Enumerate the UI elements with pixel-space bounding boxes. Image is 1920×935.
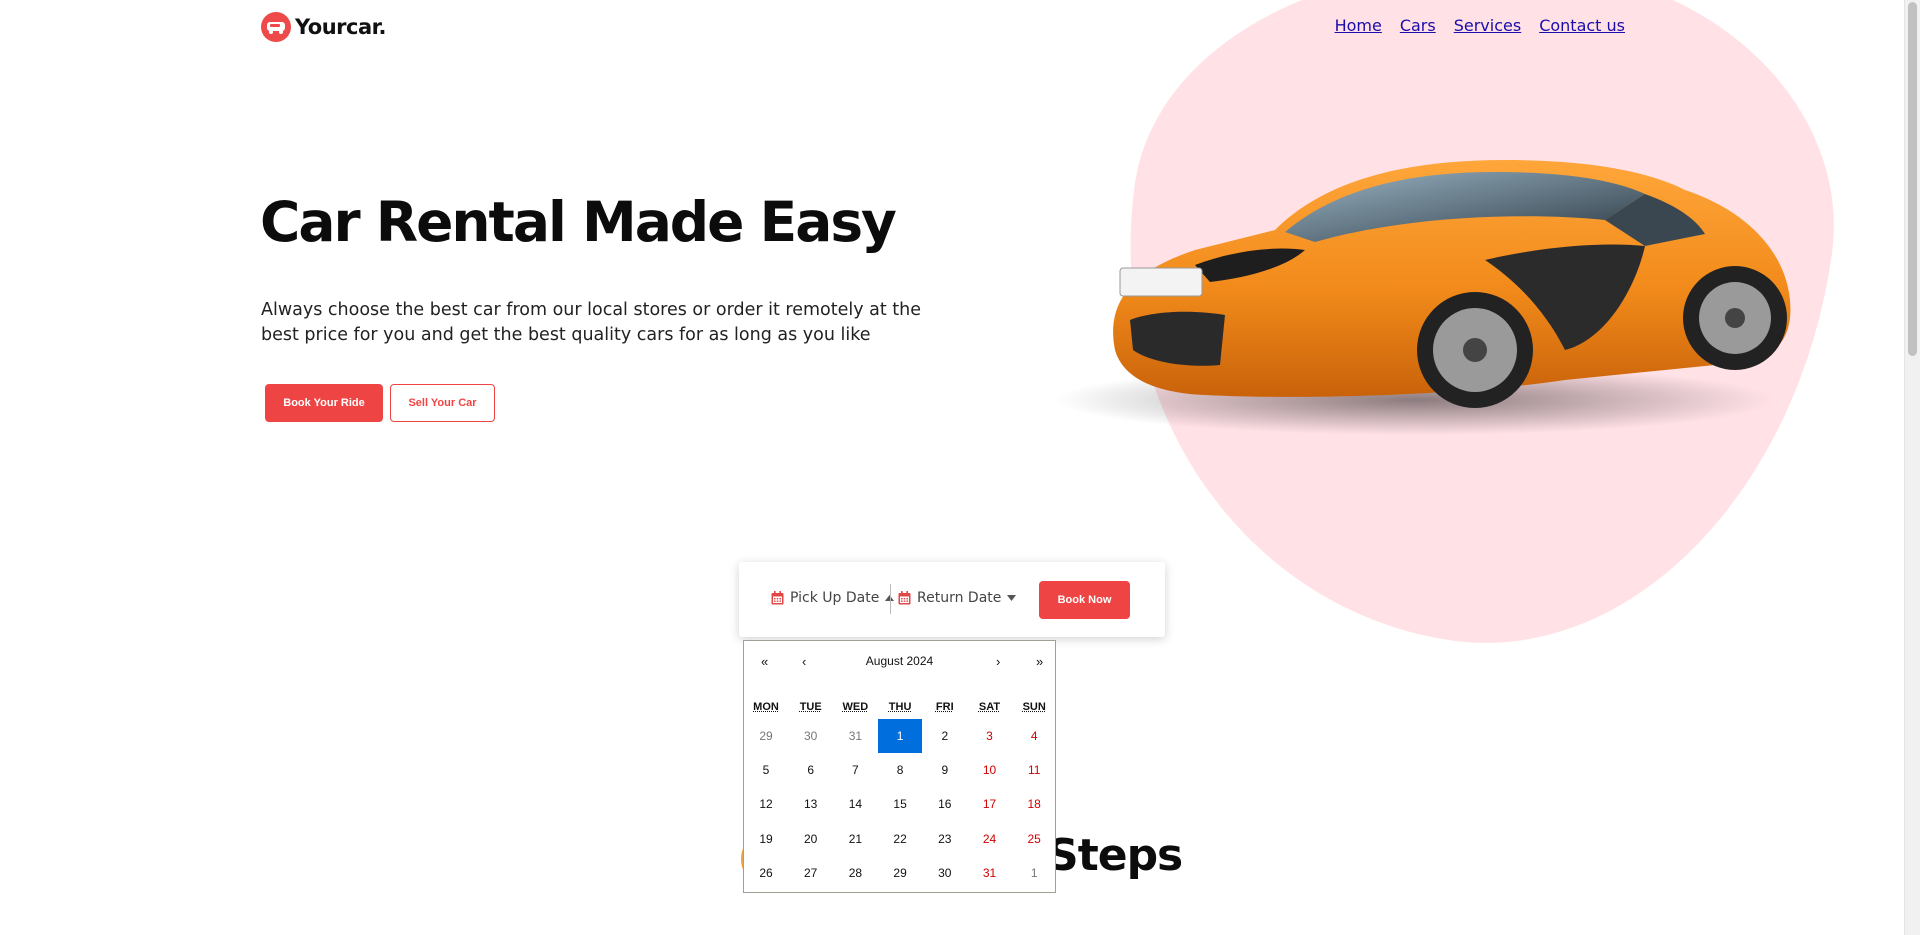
pickup-date-field[interactable]: Pick Up Date [771,590,895,606]
calendar-day[interactable]: 3 [968,719,1012,753]
booking-bar: Pick Up Date Return Date Book Now [739,562,1165,637]
nav-link-home[interactable]: Home [1335,16,1382,35]
calendar-day[interactable]: 5 [744,753,788,787]
car-icon [1055,160,1791,435]
calendar-days: 29 30 31 1 2 3 4 5 6 7 8 9 10 11 12 13 14 15 16 17 18 19 20 21 2… [744,641,1057,894]
return-date-field[interactable]: Return Date [898,590,1017,606]
calendar-day[interactable]: 16 [923,787,967,821]
calendar-day[interactable]: 7 [833,753,877,787]
book-your-ride-button[interactable]: Book Your Ride [265,384,383,422]
nav-link-cars[interactable]: Cars [1400,16,1436,35]
calendar-day[interactable]: 12 [744,787,788,821]
calendar-day[interactable]: 6 [789,753,833,787]
calendar-day[interactable]: 21 [833,822,877,856]
calendar-day[interactable]: 27 [789,856,833,890]
calendar-day[interactable]: 30 [789,719,833,753]
return-date-label: Return Date [917,590,1002,606]
calendar-day[interactable]: 15 [878,787,922,821]
caret-down-icon [1007,595,1017,601]
calendar-day[interactable]: 2 [923,719,967,753]
pickup-date-label: Pick Up Date [790,590,880,606]
calendar-day[interactable]: 14 [833,787,877,821]
calendar-day[interactable]: 4 [1012,719,1056,753]
calendar-day[interactable]: 1 [1012,856,1056,890]
calendar-icon [898,591,911,605]
calendar-day[interactable]: 1 [878,719,923,753]
hero-title: Car Rental Made Easy [260,190,897,254]
calendar-icon [771,591,784,605]
calendar-day[interactable]: 9 [923,753,967,787]
main-nav: Home Cars Services Contact us [1335,16,1625,35]
date-picker-calendar: « ‹ August 2024 › » MON TUE WED THU FRI … [743,640,1056,893]
logo[interactable]: Yourcar. [261,12,386,42]
nav-link-services[interactable]: Services [1454,16,1521,35]
book-now-button[interactable]: Book Now [1039,581,1130,619]
calendar-day[interactable]: 11 [1012,753,1056,787]
sell-your-car-button[interactable]: Sell Your Car [390,384,495,422]
calendar-day[interactable]: 20 [789,822,833,856]
scrollbar-thumb[interactable] [1908,2,1917,356]
booking-divider [890,584,891,614]
calendar-day[interactable]: 10 [968,753,1012,787]
page-scrollbar[interactable] [1904,0,1920,935]
calendar-day[interactable]: 22 [878,822,922,856]
calendar-day[interactable]: 25 [1012,822,1056,856]
calendar-day[interactable]: 18 [1012,787,1056,821]
calendar-day[interactable]: 24 [968,822,1012,856]
car-logo-icon [261,12,291,42]
calendar-day[interactable]: 31 [833,719,877,753]
brand-name: Yourcar. [295,15,386,39]
nav-link-contact[interactable]: Contact us [1539,16,1625,35]
calendar-day[interactable]: 8 [878,753,922,787]
calendar-day[interactable]: 29 [878,856,922,890]
calendar-day[interactable]: 29 [744,719,788,753]
hero-description: Always choose the best car from our loca… [261,300,921,345]
section-heading: Steps [1047,830,1183,881]
hero-car-image [1045,150,1815,450]
calendar-day[interactable]: 26 [744,856,788,890]
calendar-day[interactable]: 28 [833,856,877,890]
calendar-day[interactable]: 13 [789,787,833,821]
calendar-day[interactable]: 30 [923,856,967,890]
calendar-day[interactable]: 19 [744,822,788,856]
calendar-day[interactable]: 17 [968,787,1012,821]
calendar-day[interactable]: 31 [968,856,1012,890]
calendar-day[interactable]: 23 [923,822,967,856]
